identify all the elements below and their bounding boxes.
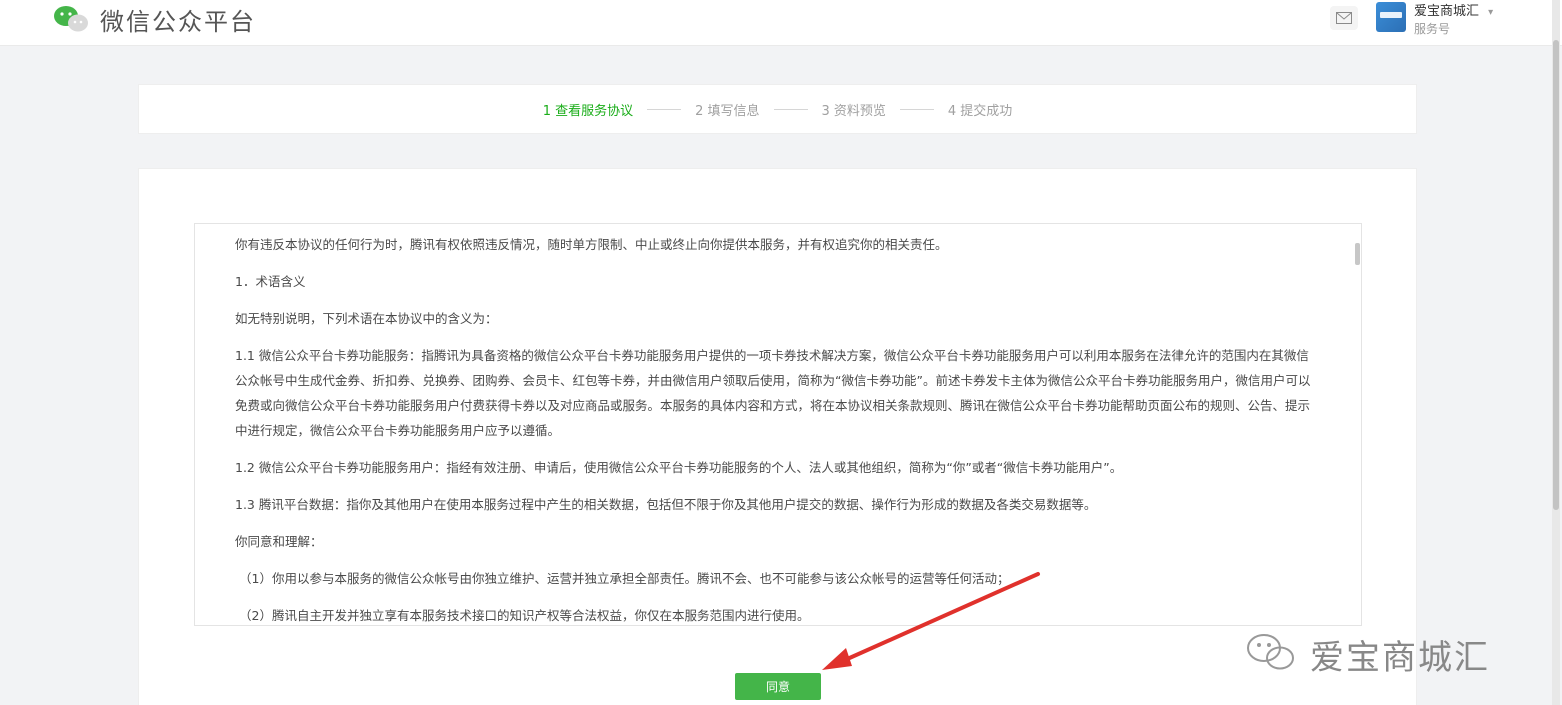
watermark: 爱宝商城汇	[1244, 628, 1490, 680]
wechat-watermark-icon	[1244, 630, 1300, 678]
red-arrow-annotation	[822, 572, 1040, 670]
agree-button[interactable]: 同意	[735, 673, 821, 700]
watermark-text: 爱宝商城汇	[1310, 637, 1490, 678]
